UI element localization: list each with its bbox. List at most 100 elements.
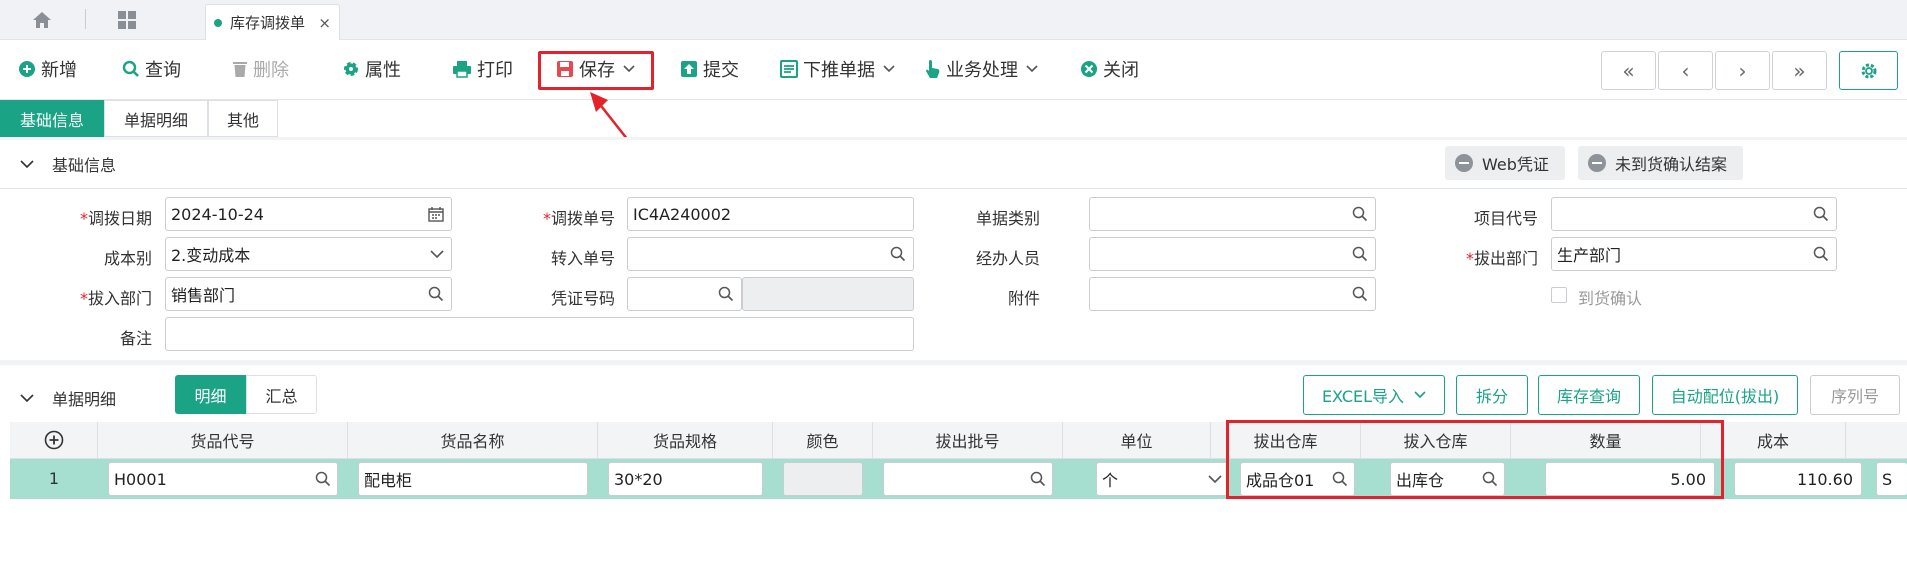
print-button[interactable]: 打印 (452, 54, 513, 84)
home-icon[interactable] (30, 8, 54, 32)
search-icon[interactable] (1813, 246, 1829, 262)
tab-summary-view[interactable]: 汇总 (246, 375, 317, 414)
first-record-button[interactable]: « (1601, 51, 1656, 90)
transfer-date-input[interactable]: 2024-10-24 (165, 197, 452, 231)
col-header-name[interactable]: 货品名称 (348, 422, 598, 459)
split-button[interactable]: 拆分 (1456, 375, 1528, 415)
plus-circle-icon (19, 61, 35, 77)
search-icon[interactable] (315, 471, 331, 487)
tab-other[interactable]: 其他 (208, 100, 278, 137)
stock-query-button[interactable]: 库存查询 (1538, 375, 1640, 415)
last-record-button[interactable]: » (1772, 51, 1827, 90)
required-mark: * (79, 209, 88, 228)
project-code-input[interactable] (1551, 197, 1837, 231)
active-dot-icon (214, 18, 222, 27)
in-dept-value: 销售部门 (171, 286, 236, 305)
extra-cell[interactable]: S (1876, 462, 1907, 496)
required-mark: * (79, 289, 88, 308)
search-icon[interactable] (1352, 246, 1368, 262)
search-icon[interactable] (1352, 286, 1368, 302)
required-mark: * (1465, 249, 1474, 268)
cost-cell[interactable]: 110.60 (1734, 462, 1862, 496)
minus-circle-icon (1588, 154, 1606, 172)
detail-header[interactable]: 单据明细 (20, 386, 116, 410)
transfer-no-label: *调拨单号 (542, 209, 615, 228)
push-down-button[interactable]: 下推单据 (780, 54, 900, 84)
search-icon[interactable] (1813, 206, 1829, 222)
properties-button[interactable]: 属性 (342, 54, 401, 84)
col-header-code[interactable]: 货品代号 (98, 422, 348, 459)
color-cell (783, 462, 863, 496)
in-dept-input[interactable]: 销售部门 (165, 277, 452, 311)
calendar-icon[interactable] (428, 206, 444, 222)
transfer-in-no-input[interactable] (627, 237, 914, 271)
close-label: 关闭 (1103, 60, 1139, 81)
arrival-confirm-checkbox[interactable] (1551, 287, 1567, 303)
next-record-button[interactable]: › (1715, 51, 1770, 90)
code-value: H0001 (114, 469, 167, 489)
add-label: 新增 (41, 60, 77, 81)
spec-value: 30*20 (614, 469, 663, 489)
out-dept-label: *拔出部门 (1465, 249, 1538, 268)
query-button[interactable]: 查询 (122, 54, 181, 84)
prev-record-button[interactable]: ‹ (1658, 51, 1713, 90)
name-value: 配电柜 (364, 471, 413, 490)
chevron-down-icon (20, 393, 34, 402)
spec-cell[interactable]: 30*20 (608, 462, 763, 496)
col-header-unit[interactable]: 单位 (1063, 422, 1211, 459)
excel-import-button[interactable]: EXCEL导入 (1303, 375, 1445, 415)
unit-select[interactable]: 个 (1096, 462, 1229, 496)
auto-allocate-button[interactable]: 自动配位(拔出) (1652, 375, 1798, 415)
submit-button[interactable]: 提交 (680, 54, 739, 84)
close-tab-icon[interactable]: × (318, 14, 331, 32)
search-icon[interactable] (1030, 471, 1046, 487)
cost-value: 110.60 (1797, 469, 1853, 489)
delete-button[interactable]: 删除 (232, 54, 289, 84)
search-icon[interactable] (428, 286, 444, 302)
in-dept-label: *拔入部门 (79, 289, 152, 308)
business-process-button[interactable]: 业务处理 (925, 54, 1043, 84)
search-icon[interactable] (718, 286, 734, 302)
transfer-no-input[interactable]: IC4A240002 (627, 197, 914, 231)
detail-title: 单据明细 (52, 390, 117, 409)
unarrived-confirm-label: 未到货确认结案 (1615, 155, 1728, 174)
basic-info-title: 基础信息 (52, 156, 117, 175)
grid-apps-icon[interactable] (115, 8, 139, 32)
chevron-down-icon (430, 250, 444, 259)
col-header-batch[interactable]: 拔出批号 (873, 422, 1063, 459)
hand-pointer-icon (926, 60, 940, 78)
tab-inventory-transfer[interactable]: 库存调拨单 × (205, 4, 340, 40)
tab-basic-info[interactable]: 基础信息 (0, 100, 104, 137)
plus-circle-icon[interactable] (44, 430, 64, 450)
close-button[interactable]: 关闭 (1080, 54, 1139, 84)
basic-info-header[interactable]: 基础信息 (20, 152, 116, 176)
tab-detail-view[interactable]: 明细 (175, 375, 246, 414)
serial-number-button[interactable]: 序列号 (1810, 375, 1900, 415)
settings-button[interactable] (1839, 51, 1898, 90)
cost-type-label: 成本别 (103, 249, 152, 268)
search-icon[interactable] (1352, 206, 1368, 222)
remark-input[interactable] (165, 317, 914, 351)
col-header-spec[interactable]: 货品规格 (598, 422, 773, 459)
doc-type-label: 单据类别 (975, 209, 1040, 228)
code-cell[interactable]: H0001 (108, 462, 338, 496)
trash-icon (233, 62, 247, 77)
out-dept-input[interactable]: 生产部门 (1551, 237, 1837, 271)
cost-type-select[interactable]: 2.变动成本 (165, 237, 452, 271)
add-button[interactable]: 新增 (18, 54, 77, 84)
web-voucher-label: Web凭证 (1482, 155, 1549, 174)
name-cell[interactable]: 配电柜 (358, 462, 588, 496)
web-voucher-button[interactable]: Web凭证 (1445, 146, 1565, 180)
search-icon[interactable] (890, 246, 906, 262)
voucher-no-input[interactable] (627, 277, 742, 311)
add-row-header[interactable] (10, 422, 98, 459)
tab-doc-detail[interactable]: 单据明细 (104, 100, 208, 137)
delete-label: 删除 (253, 60, 289, 81)
chevron-down-icon (1026, 65, 1038, 73)
unarrived-confirm-button[interactable]: 未到货确认结案 (1578, 146, 1743, 180)
handler-input[interactable] (1089, 237, 1376, 271)
doc-type-input[interactable] (1089, 197, 1376, 231)
attachment-input[interactable] (1089, 277, 1376, 311)
col-header-color[interactable]: 颜色 (773, 422, 873, 459)
batch-cell[interactable] (883, 462, 1053, 496)
